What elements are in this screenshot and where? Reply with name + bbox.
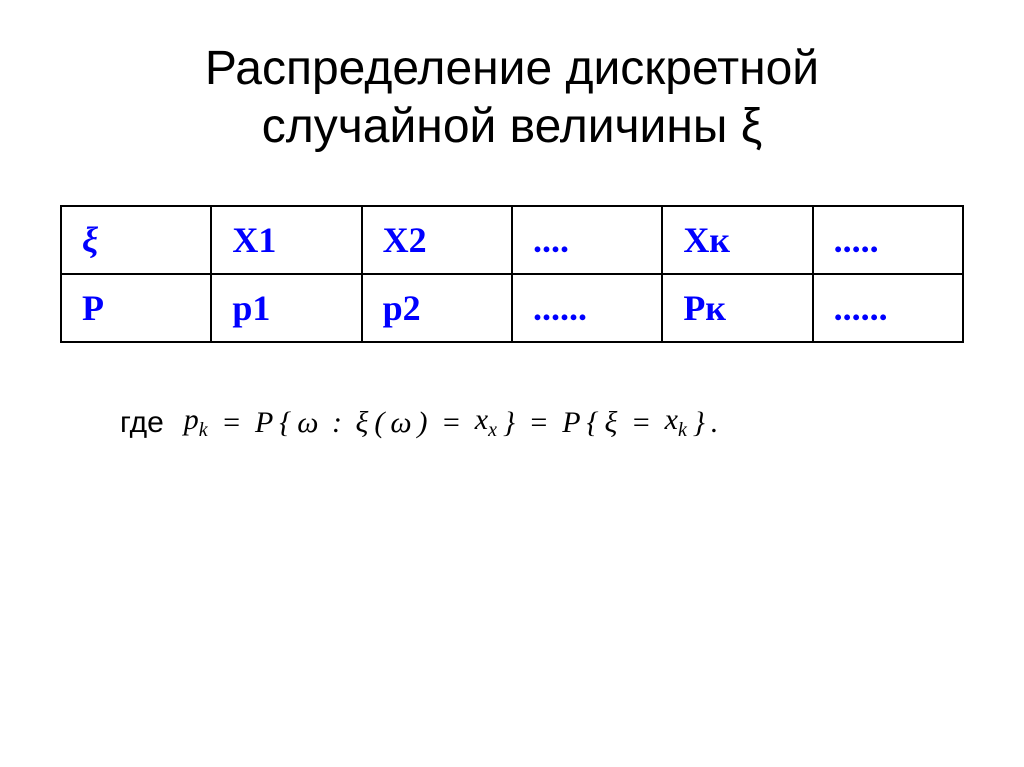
formula-equals1: = xyxy=(214,406,249,440)
formula-paren-close: ) xyxy=(418,406,428,440)
cell-xi: ξ xyxy=(61,206,211,274)
formula-equals3: = xyxy=(521,406,556,440)
formula-brace2-open: { xyxy=(587,406,599,440)
formula-omega: ω xyxy=(297,406,318,440)
cell-x2: X2 xyxy=(362,206,512,274)
cell-p2: p2 xyxy=(362,274,512,342)
table-row: P p1 p2 ...... Pк ...... xyxy=(61,274,963,342)
cell-p1: p1 xyxy=(211,274,361,342)
formula-brace2-close: } xyxy=(693,406,705,440)
formula-pk: pk xyxy=(184,403,208,442)
formula-xk: xk xyxy=(665,403,687,442)
formula-xx: xx xyxy=(475,403,497,442)
where-label: где xyxy=(120,406,164,440)
title: Распределение дискретной случайной велич… xyxy=(205,40,819,155)
title-line1: Распределение дискретной xyxy=(205,42,819,95)
formula-period: . xyxy=(711,406,719,440)
formula-P2: P xyxy=(562,406,580,440)
cell-xk: Xк xyxy=(662,206,812,274)
title-line2: случайной величины ξ xyxy=(262,100,762,153)
cell-dots1: .... xyxy=(512,206,662,274)
formula-xi2: ξ xyxy=(605,406,618,440)
cell-x1: X1 xyxy=(211,206,361,274)
formula-colon: : xyxy=(324,406,349,440)
cell-p: P xyxy=(61,274,211,342)
formula-section: где pk = P { ω : ξ ( ω ) = xx } = P { ξ … xyxy=(60,403,964,442)
cell-dots2: ..... xyxy=(813,206,963,274)
cell-dots3: ...... xyxy=(512,274,662,342)
cell-pk: Pк xyxy=(662,274,812,342)
formula-xi1: ξ xyxy=(355,406,368,440)
cell-dots4: ...... xyxy=(813,274,963,342)
formula-omega2: ω xyxy=(390,406,411,440)
formula-expression: pk = P { ω : ξ ( ω ) = xx } = P { ξ = xk… xyxy=(184,403,719,442)
formula-P1: P xyxy=(255,406,273,440)
table-wrapper: ξ X1 X2 .... Xк ..... P p1 p2 ...... Pк … xyxy=(60,205,964,343)
table-row: ξ X1 X2 .... Xк ..... xyxy=(61,206,963,274)
formula-brace1-close: } xyxy=(503,406,515,440)
distribution-table: ξ X1 X2 .... Xк ..... P p1 p2 ...... Pк … xyxy=(60,205,964,343)
formula-equals4: = xyxy=(623,406,658,440)
formula-equals2: = xyxy=(434,406,469,440)
formula-brace1-open: { xyxy=(279,406,291,440)
formula-paren-open: ( xyxy=(374,406,384,440)
